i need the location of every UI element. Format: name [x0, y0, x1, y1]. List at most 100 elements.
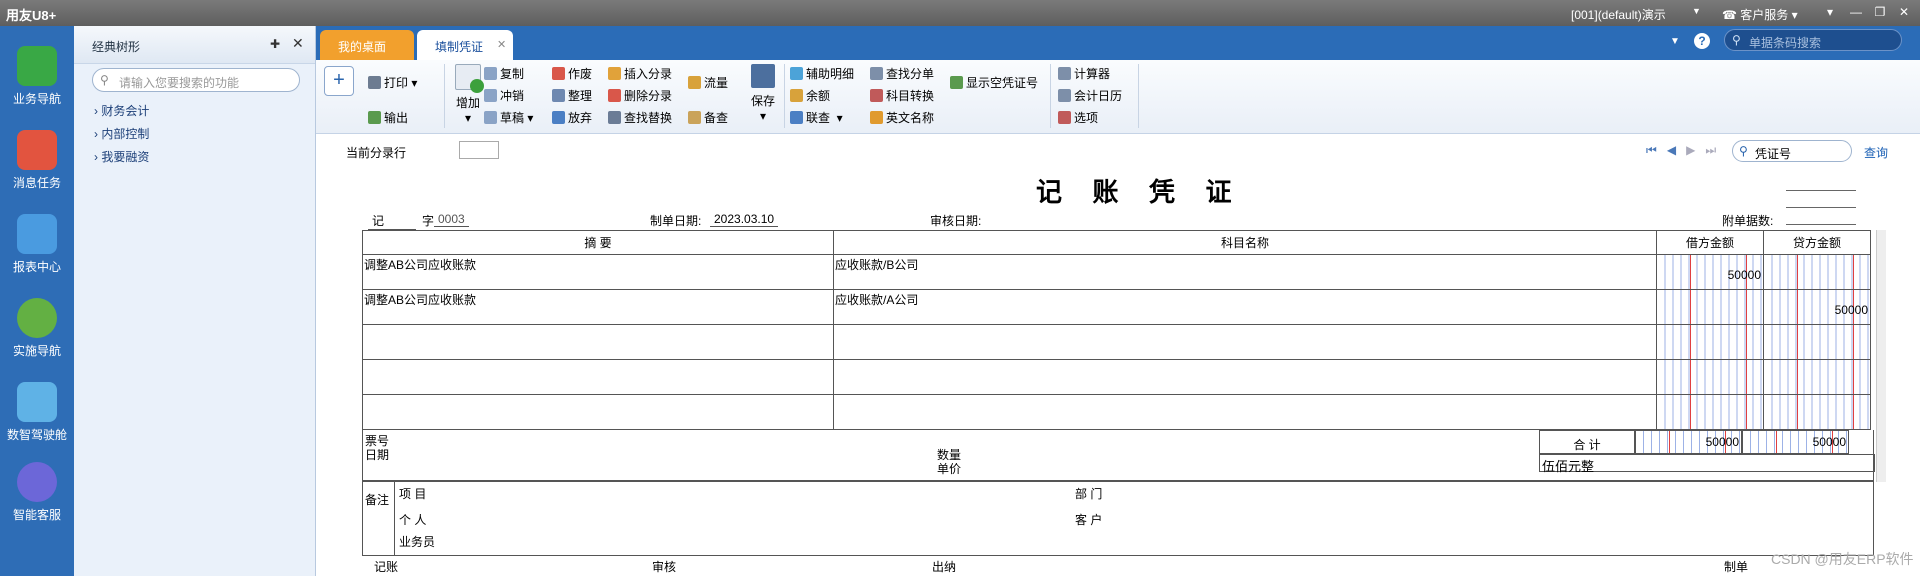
current-entry-field[interactable] [459, 141, 499, 159]
customer-label: 客 户 [1075, 513, 1103, 527]
credit-cell[interactable] [1763, 254, 1871, 290]
link-query-button[interactable]: 联查 ▾ [790, 109, 843, 126]
new-button[interactable]: + [324, 66, 354, 96]
delete-entry-button[interactable]: 删除分录 [608, 87, 672, 104]
debit-cell[interactable] [1656, 289, 1764, 325]
reverse-button[interactable]: 冲销 [484, 87, 524, 104]
pin-icon[interactable]: ✚ [270, 37, 280, 51]
post-label: 记账 [374, 560, 399, 574]
query-link[interactable]: 查询 [1864, 144, 1888, 161]
find-entry-icon [870, 67, 883, 80]
next-icon[interactable]: ▶ [1686, 143, 1695, 157]
prev-icon[interactable]: ◀ [1667, 143, 1676, 157]
table-row[interactable] [362, 359, 1871, 395]
tree-item-finance[interactable]: › 财务会计 [94, 102, 149, 119]
save-icon [751, 64, 775, 88]
customer-service-menu[interactable]: ☎ 客户服务 ▾ [1722, 6, 1798, 23]
minimize-button[interactable]: — [1846, 3, 1866, 21]
summary-cell[interactable]: 调整AB公司应收账款 [362, 289, 834, 325]
maker-label: 制单 [1724, 560, 1749, 574]
nav-cockpit[interactable]: 数智驾驶舱 [0, 382, 74, 443]
english-name-button[interactable]: 英文名称 [870, 109, 934, 126]
table-row[interactable] [362, 324, 1871, 360]
insert-entry-button[interactable]: 插入分录 [608, 65, 672, 82]
table-scrollbar[interactable] [1876, 230, 1886, 482]
credit-cell[interactable] [1763, 394, 1871, 430]
tree-item-finance-loan[interactable]: › 我要融资 [94, 148, 149, 165]
search-icon: ⚲ [100, 73, 109, 87]
debit-cell[interactable]: 50000 [1656, 254, 1764, 290]
account-cell[interactable] [833, 394, 1657, 430]
toolbar: + 打印 ▾ 输出 增加 ▾ 复制 冲销 草稿 ▾ 作废 整理 放弃 插入分录 删… [316, 60, 1920, 134]
table-row[interactable]: 调整AB公司应收账款 应收账款/A公司 50000 [362, 289, 1871, 325]
find-entry-button[interactable]: 查找分单 [870, 65, 934, 82]
voucher-number-field[interactable]: 0003 [434, 212, 469, 227]
compass-icon [17, 298, 57, 338]
save-button[interactable]: 保存 ▾ [748, 64, 778, 123]
aux-detail-button[interactable]: 辅助明细 [790, 65, 854, 82]
account-cell[interactable] [833, 359, 1657, 395]
account-selector[interactable]: [001](default)演示 [1571, 6, 1666, 23]
voucher-search-input[interactable]: ⚲ 凭证号 [1732, 140, 1852, 162]
summary-cell[interactable]: 调整AB公司应收账款 [362, 254, 834, 290]
tree-search-input[interactable]: ⚲ 请输入您要搜索的功能 [92, 68, 300, 92]
check-button[interactable]: 备查 [688, 109, 728, 126]
copy-button[interactable]: 复制 [484, 65, 524, 82]
table-row[interactable] [362, 394, 1871, 430]
tab-voucher[interactable]: 填制凭证 ✕ [417, 30, 513, 60]
add-button[interactable]: 增加 ▾ [450, 64, 486, 125]
credit-cell[interactable]: 50000 [1763, 289, 1871, 325]
credit-cell[interactable] [1763, 324, 1871, 360]
chevron-down-icon[interactable]: ▼ [1692, 6, 1701, 16]
nav-business[interactable]: 业务导航 [0, 46, 74, 107]
menu-icon[interactable]: ▾ [1820, 3, 1840, 21]
show-void-number-button[interactable]: 显示空凭证号 [950, 74, 1038, 91]
tab-desktop[interactable]: 我的桌面 [320, 30, 414, 60]
debit-cell[interactable] [1656, 324, 1764, 360]
total-words: 伍佰元整 [1539, 454, 1875, 474]
close-button[interactable]: ✕ [1894, 3, 1914, 21]
current-entry-label: 当前分录行 [346, 146, 407, 160]
calendar-button[interactable]: 会计日历 [1058, 87, 1122, 104]
nav-messages[interactable]: 消息任务 [0, 130, 74, 191]
account-cell[interactable]: 应收账款/B公司 [833, 254, 1657, 290]
nav-reports[interactable]: 报表中心 [0, 214, 74, 275]
tidy-button[interactable]: 整理 [552, 87, 592, 104]
col-debit: 借方金额 [1656, 230, 1764, 255]
salesman-label: 业务员 [399, 535, 436, 549]
date-field[interactable]: 2023.03.10 [710, 212, 779, 227]
credit-cell[interactable] [1763, 359, 1871, 395]
flow-button[interactable]: 流量 [688, 74, 728, 91]
help-icon[interactable]: ? [1694, 33, 1710, 49]
summary-cell[interactable] [362, 394, 834, 430]
options-button[interactable]: 选项 [1058, 109, 1098, 126]
account-cell[interactable] [833, 324, 1657, 360]
export-button[interactable]: 输出 [368, 109, 408, 126]
account-cell[interactable]: 应收账款/A公司 [833, 289, 1657, 325]
summary-cell[interactable] [362, 359, 834, 395]
summary-cell[interactable] [362, 324, 834, 360]
close-icon[interactable]: ✕ [292, 35, 304, 52]
first-icon[interactable]: ⏮ [1646, 143, 1657, 157]
debit-cell[interactable] [1656, 394, 1764, 430]
table-row[interactable]: 调整AB公司应收账款 应收账款/B公司 50000 [362, 254, 1871, 290]
tree-item-control[interactable]: › 内部控制 [94, 125, 149, 142]
last-icon[interactable]: ⏭ [1705, 143, 1716, 157]
void-button[interactable]: 作废 [552, 65, 592, 82]
debit-cell[interactable] [1656, 359, 1764, 395]
account-convert-button[interactable]: 科目转换 [870, 87, 934, 104]
nav-service[interactable]: 智能客服 [0, 462, 74, 523]
draft-button[interactable]: 草稿 ▾ [484, 109, 533, 126]
nav-implement[interactable]: 实施导航 [0, 298, 74, 359]
balance-button[interactable]: 余额 [790, 87, 830, 104]
business-nav-icon [17, 46, 57, 86]
close-icon[interactable]: ✕ [497, 38, 506, 51]
restore-button[interactable]: ❐ [1870, 3, 1890, 21]
chevron-down-icon[interactable]: ▼ [1670, 36, 1680, 47]
find-replace-button[interactable]: 查找替换 [608, 109, 672, 126]
print-button[interactable]: 打印 ▾ [368, 74, 417, 91]
voucher-type-field[interactable]: 记 [368, 212, 416, 230]
calculator-button[interactable]: 计算器 [1058, 65, 1110, 82]
abandon-button[interactable]: 放弃 [552, 109, 592, 126]
barcode-search-input[interactable]: ⚲ 单据条码搜索 [1724, 29, 1902, 51]
